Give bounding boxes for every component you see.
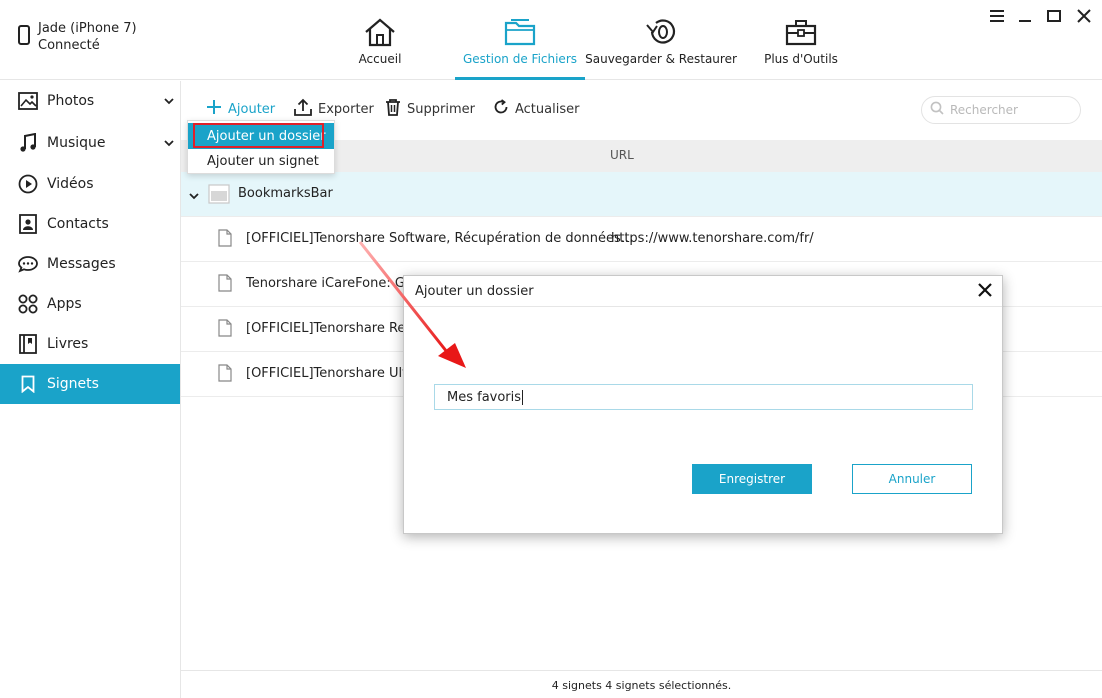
add-button[interactable]: Ajouter (206, 98, 275, 120)
music-icon (18, 133, 38, 153)
column-header-url: URL (610, 148, 634, 162)
status-text: 4 signets 4 signets sélectionnés. (551, 679, 732, 692)
contact-icon (18, 214, 38, 234)
device-name: Jade (iPhone 7) (38, 21, 137, 36)
refresh-button[interactable]: Actualiser (493, 98, 579, 120)
annotation-highlight-box (193, 123, 324, 148)
folder-icon (208, 184, 230, 208)
chevron-down-icon[interactable] (164, 94, 174, 109)
sidebar: Photos Musique Vidéos Contacts Messages (0, 81, 181, 698)
sidebar-item-label: Contacts (47, 216, 109, 232)
play-icon (18, 174, 38, 194)
backup-restore-icon (644, 16, 678, 48)
sidebar-item-livres[interactable]: Livres (0, 324, 180, 364)
tab-plus-outils-label: Plus d'Outils (764, 52, 838, 66)
sidebar-item-label: Vidéos (47, 176, 94, 192)
menu-icon[interactable] (986, 6, 1008, 26)
file-icon (218, 319, 232, 337)
device-status: Connecté (38, 38, 100, 53)
sidebar-item-label: Signets (47, 376, 99, 392)
sidebar-item-contacts[interactable]: Contacts (0, 204, 180, 244)
tab-sauvegarder-restaurer[interactable]: Sauvegarder & Restaurer (585, 0, 737, 80)
apps-icon (18, 294, 38, 314)
menu-item-add-bookmark[interactable]: Ajouter un signet (188, 148, 334, 174)
search-placeholder: Rechercher (950, 103, 1018, 117)
tab-accueil[interactable]: Accueil (340, 0, 420, 80)
add-button-label: Ajouter (228, 101, 276, 117)
folder-row[interactable]: BookmarksBar (181, 172, 1102, 217)
delete-button[interactable]: Supprimer (385, 98, 475, 120)
folder-name-input[interactable]: Mes favoris (434, 384, 973, 410)
chevron-down-icon[interactable] (189, 189, 199, 204)
dialog-title: Ajouter un dossier (415, 284, 534, 299)
text-caret (522, 389, 524, 405)
bookmark-title: Tenorshare iCareFone: Gu (246, 276, 414, 291)
sidebar-item-musique[interactable]: Musique (0, 123, 180, 163)
file-icon (218, 364, 232, 382)
export-button[interactable]: Exporter (294, 98, 374, 120)
bookmark-icon (18, 374, 38, 394)
bookmark-title: [OFFICIEL]Tenorshare Software, Récupérat… (246, 231, 634, 246)
sidebar-item-label: Musique (47, 135, 106, 151)
top-bar: Jade (iPhone 7) Connecté Accueil Gestion… (0, 0, 1102, 80)
minimize-icon[interactable] (1014, 6, 1036, 26)
maximize-icon[interactable] (1043, 6, 1065, 26)
dialog-divider (404, 306, 1002, 307)
upload-icon (294, 98, 312, 120)
search-icon (930, 101, 944, 119)
folder-name: BookmarksBar (238, 186, 333, 201)
trash-icon (385, 98, 401, 120)
tab-plus-outils[interactable]: Plus d'Outils (760, 0, 842, 80)
plus-icon (206, 99, 222, 119)
sidebar-item-label: Messages (47, 256, 116, 272)
tab-gestion-de-fichiers[interactable]: Gestion de Fichiers (455, 0, 585, 80)
active-tab-indicator (455, 77, 585, 80)
chevron-down-icon[interactable] (164, 136, 174, 151)
save-button[interactable]: Enregistrer (692, 464, 812, 494)
tab-sauvegarder-label: Sauvegarder & Restaurer (585, 52, 737, 66)
folder-icon (503, 16, 537, 48)
bookmark-title: [OFFICIEL]Tenorshare UltDa (246, 366, 426, 381)
search-input[interactable]: Rechercher (921, 96, 1081, 124)
book-icon (18, 334, 38, 354)
message-icon (18, 254, 38, 274)
sidebar-item-label: Livres (47, 336, 89, 352)
add-dropdown-menu: Ajouter un dossier Ajouter un signet (187, 120, 335, 174)
phone-icon (18, 25, 30, 45)
device-info: Jade (iPhone 7) Connecté (18, 20, 137, 54)
delete-button-label: Supprimer (407, 101, 475, 117)
sidebar-item-label: Photos (47, 93, 95, 109)
sidebar-item-label: Apps (47, 296, 82, 312)
refresh-icon (493, 99, 509, 119)
home-icon (363, 16, 397, 48)
table-row[interactable]: [OFFICIEL]Tenorshare Software, Récupérat… (181, 217, 1102, 262)
sidebar-item-photos[interactable]: Photos (0, 81, 180, 121)
photo-icon (18, 91, 38, 111)
sidebar-item-apps[interactable]: Apps (0, 284, 180, 324)
export-button-label: Exporter (318, 101, 374, 117)
refresh-button-label: Actualiser (515, 101, 580, 117)
file-icon (218, 274, 232, 292)
status-bar: 4 signets 4 signets sélectionnés. (181, 670, 1102, 698)
dialog-close-icon[interactable] (976, 281, 994, 299)
folder-name-value: Mes favoris (447, 389, 522, 405)
sidebar-item-messages[interactable]: Messages (0, 244, 180, 284)
cancel-button[interactable]: Annuler (852, 464, 972, 494)
close-icon[interactable] (1073, 6, 1095, 26)
bookmark-url: https://www.tenorshare.com/fr/ (611, 231, 814, 246)
add-folder-dialog: Ajouter un dossier Mes favoris Enregistr… (403, 275, 1003, 534)
sidebar-item-videos[interactable]: Vidéos (0, 164, 180, 204)
tab-accueil-label: Accueil (358, 52, 402, 66)
toolbox-icon (784, 16, 818, 48)
tab-gestion-label: Gestion de Fichiers (462, 52, 578, 66)
sidebar-item-signets[interactable]: Signets (0, 364, 180, 404)
file-icon (218, 229, 232, 247)
bookmark-title: [OFFICIEL]Tenorshare ReiBo (246, 321, 426, 336)
